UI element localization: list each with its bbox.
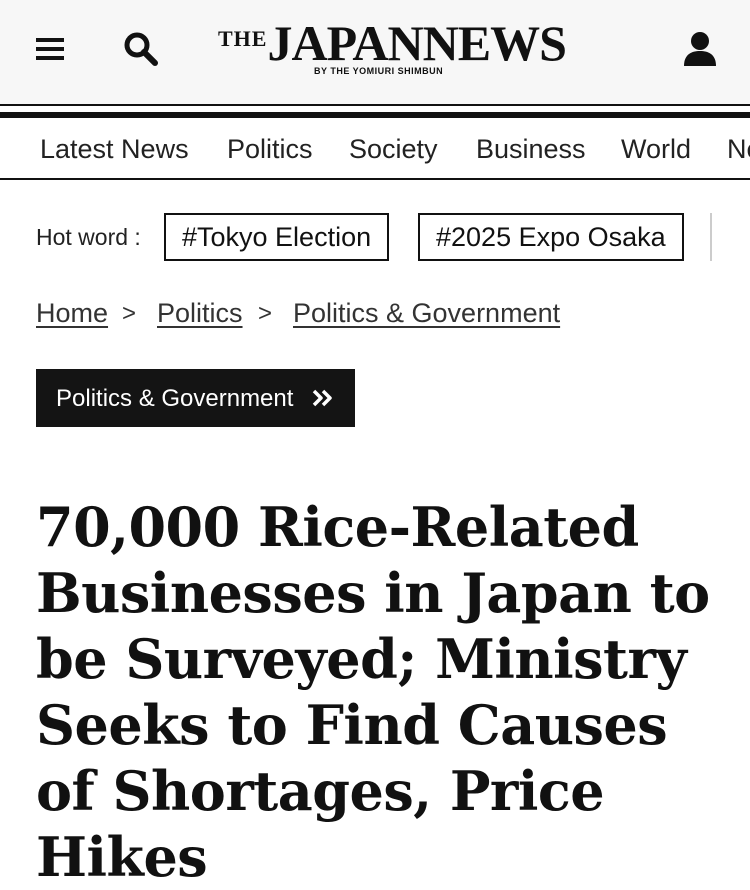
breadcrumb-politics-government[interactable]: Politics & Government xyxy=(293,298,560,329)
category-nav: Latest News Politics Society Business Wo… xyxy=(0,118,750,180)
breadcrumb-politics[interactable]: Politics xyxy=(157,298,243,329)
header-divider-thin xyxy=(0,104,750,106)
breadcrumb-home[interactable]: Home xyxy=(36,298,108,329)
nav-item-business[interactable]: Business xyxy=(476,134,586,165)
logo-the: THE xyxy=(218,26,268,51)
logo-japan: JAPAN xyxy=(267,15,423,71)
logo-wordmark: THEJAPANNEWS xyxy=(218,15,567,71)
search-icon[interactable] xyxy=(122,30,160,68)
nav-item-world[interactable]: World xyxy=(621,134,691,165)
hamburger-menu-icon[interactable] xyxy=(36,36,66,62)
double-chevron-right-icon xyxy=(312,389,334,407)
hot-word-label: Hot word : xyxy=(36,224,141,250)
hot-word-next-chip-edge xyxy=(710,213,712,261)
breadcrumb-separator: > xyxy=(258,300,273,327)
user-account-icon[interactable] xyxy=(682,30,718,68)
site-logo[interactable]: THEJAPANNEWS BY THE YOMIURI SHIMBUN xyxy=(218,18,567,82)
site-header: THEJAPANNEWS BY THE YOMIURI SHIMBUN xyxy=(0,0,750,104)
nav-item-society[interactable]: Society xyxy=(349,134,438,165)
nav-item-politics[interactable]: Politics xyxy=(227,134,313,165)
breadcrumb-separator: > xyxy=(122,300,137,327)
logo-subtitle: BY THE YOMIURI SHIMBUN xyxy=(314,66,444,76)
nav-item-latest-news[interactable]: Latest News xyxy=(40,134,189,165)
nav-item-truncated[interactable]: Ne xyxy=(727,134,750,165)
logo-news: NEWS xyxy=(422,15,567,71)
category-tag-button[interactable]: Politics & Government xyxy=(36,369,355,427)
hot-word-expo-osaka[interactable]: #2025 Expo Osaka xyxy=(418,213,684,261)
article-headline: 70,000 Rice-Related Businesses in Japan … xyxy=(36,495,710,889)
hot-word-tokyo-election[interactable]: #Tokyo Election xyxy=(164,213,390,261)
category-tag-label: Politics & Government xyxy=(56,385,294,412)
